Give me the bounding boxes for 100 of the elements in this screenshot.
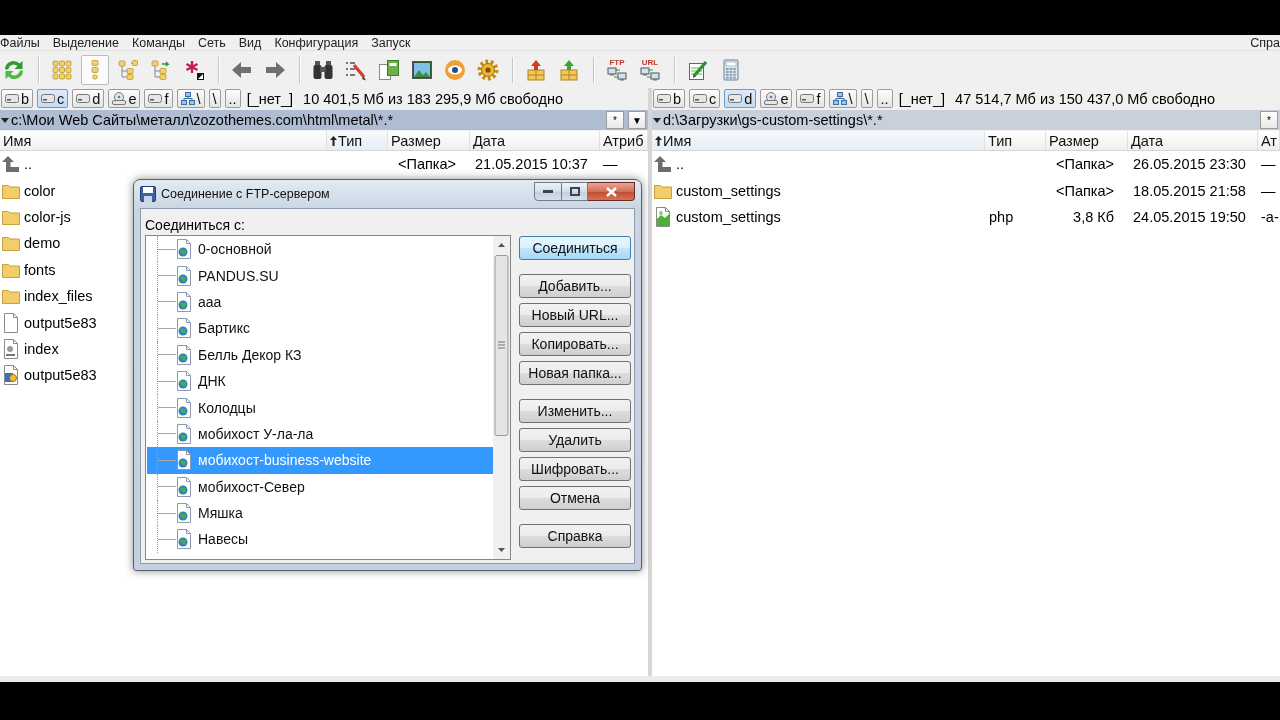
close-icon: [605, 186, 617, 197]
notepad-pencil-icon: [687, 58, 709, 81]
file-attributes: —: [1261, 182, 1276, 199]
column-header[interactable]: Размер: [388, 131, 470, 150]
connection-item[interactable]: Белль Декор КЗ: [147, 341, 493, 368]
navigation-button[interactable]: ..: [876, 89, 893, 108]
file-name[interactable]: color-js: [24, 208, 71, 225]
path-button[interactable]: *: [1260, 111, 1278, 129]
folder-icon: [2, 182, 20, 199]
menu-item[interactable]: Файлы: [0, 35, 40, 50]
dialog-button[interactable]: Удалить: [519, 428, 631, 452]
dialog-button[interactable]: Новая папка...: [519, 361, 631, 385]
scrollbar[interactable]: [493, 236, 510, 559]
dot-list-button[interactable]: [81, 54, 109, 85]
menu-item[interactable]: Вид: [238, 35, 262, 50]
document-globe-icon: [176, 344, 193, 365]
folder-icon: [2, 288, 20, 305]
connection-item[interactable]: aaa: [147, 288, 493, 316]
file-name[interactable]: ..: [676, 156, 685, 173]
drive-button[interactable]: b: [653, 89, 686, 108]
menu-item[interactable]: Команды: [131, 35, 185, 50]
folder-icon: [2, 235, 20, 252]
file-attributes: —: [1261, 156, 1276, 173]
up-arrow-icon: [2, 155, 20, 174]
navigation-button[interactable]: \: [208, 89, 221, 108]
document-globe-icon: [176, 450, 193, 471]
file-name[interactable]: fonts: [24, 261, 56, 278]
drive-button[interactable]: d: [72, 89, 105, 108]
column-header[interactable]: Тип: [327, 131, 388, 150]
dots-grid-icon: [51, 58, 73, 81]
dialog-button[interactable]: Справка: [519, 524, 631, 548]
column-header[interactable]: Ат: [1258, 131, 1280, 150]
menu-item[interactable]: Запуск: [371, 35, 411, 50]
connection-item[interactable]: Колодцы: [147, 394, 493, 421]
column-header[interactable]: Дата: [1128, 131, 1258, 150]
folder-icon: [654, 182, 672, 199]
url-button[interactable]: URL: [636, 54, 664, 85]
minimize-button[interactable]: [534, 182, 562, 201]
column-header[interactable]: Имя: [652, 131, 985, 150]
dialog-button[interactable]: Изменить...: [519, 399, 631, 423]
dialog-button[interactable]: Добавить...: [519, 274, 631, 298]
document-globe-icon: [176, 318, 193, 339]
menu-item[interactable]: Спра: [1250, 35, 1280, 50]
dialog-button[interactable]: Шифровать...: [519, 457, 631, 481]
drive-button[interactable]: e: [108, 89, 141, 108]
picture-icon: [411, 58, 433, 81]
file-name[interactable]: demo: [24, 235, 61, 252]
refresh-icon: [3, 58, 25, 81]
document-globe-icon: [176, 529, 193, 550]
menu-item[interactable]: Выделение: [52, 35, 119, 50]
disc-drive-icon: [112, 92, 127, 105]
file-name[interactable]: custom_settings: [676, 182, 781, 199]
connection-item[interactable]: мобихост-Север: [147, 473, 493, 500]
drive-button[interactable]: c: [689, 89, 721, 108]
drive-button[interactable]: f: [144, 89, 173, 108]
file-name[interactable]: index_files: [24, 288, 93, 305]
drive-button[interactable]: f: [796, 89, 825, 108]
dialog-button[interactable]: Копировать...: [519, 332, 631, 356]
drive-button[interactable]: b: [1, 89, 34, 108]
file-name[interactable]: output5e83: [24, 314, 97, 331]
file-name[interactable]: output5e83: [24, 367, 97, 384]
connection-item[interactable]: мобихост У-ла-ла: [147, 420, 493, 448]
close-button[interactable]: [588, 182, 635, 201]
path-button[interactable]: *: [606, 111, 624, 129]
computers-icon: [607, 67, 627, 81]
drive-icon: [41, 94, 56, 103]
column-header[interactable]: Размер: [1046, 131, 1128, 150]
path-text: d:\Загрузки\gs-custom-settings\*.*: [663, 112, 884, 128]
network-button[interactable]: \: [176, 89, 205, 108]
column-header[interactable]: Дата: [470, 131, 600, 150]
dialog-button[interactable]: Новый URL...: [519, 303, 631, 327]
menu-item[interactable]: Конфигурация: [274, 35, 359, 50]
maximize-button[interactable]: [562, 182, 588, 201]
connection-item[interactable]: ДНК: [147, 367, 493, 395]
connection-item[interactable]: Бартикс: [147, 315, 493, 342]
drive-icon: [800, 94, 815, 103]
connection-item[interactable]: Навесы: [147, 526, 493, 553]
connection-item[interactable]: 0-основной: [147, 236, 493, 263]
connection-item[interactable]: Мяшка: [147, 499, 493, 527]
connection-item[interactable]: PANDUS.SU: [147, 262, 493, 289]
navigation-button[interactable]: ..: [224, 89, 241, 108]
file-name[interactable]: custom_settings: [676, 208, 781, 225]
file-type: php: [989, 208, 1014, 225]
file-name[interactable]: color: [24, 182, 56, 199]
network-icon: [180, 92, 195, 105]
network-button[interactable]: \: [828, 89, 857, 108]
path-text: c:\Мои Web Сайты\металл\zozothemes.com\html\metal\*.*: [11, 112, 395, 128]
file-name[interactable]: index: [24, 340, 59, 357]
path-button[interactable]: ▼: [628, 111, 646, 129]
column-header[interactable]: Тип: [985, 131, 1046, 150]
drive-button[interactable]: d: [724, 89, 757, 108]
document-globe-icon: [176, 239, 193, 260]
navigation-button[interactable]: \: [860, 89, 873, 108]
dialog-button[interactable]: Соединиться: [519, 236, 631, 260]
ftp-button[interactable]: FTP: [603, 54, 631, 85]
file-name[interactable]: ..: [24, 156, 33, 173]
drive-button[interactable]: c: [37, 89, 69, 108]
menu-item[interactable]: Сеть: [197, 35, 226, 50]
drive-button[interactable]: e: [760, 89, 793, 108]
dialog-button[interactable]: Отмена: [519, 486, 631, 510]
